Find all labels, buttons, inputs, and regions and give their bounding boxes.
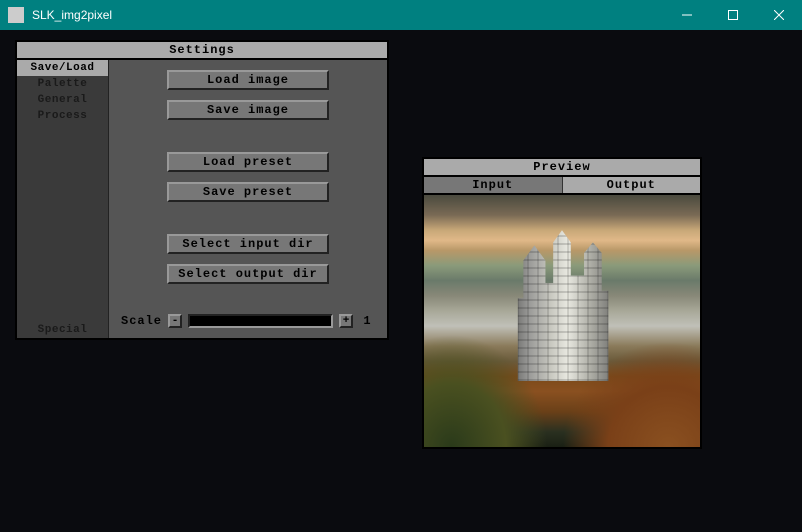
gap [121,130,375,142]
preview-panel: Preview Input Output [422,157,702,449]
sidebar-item-process[interactable]: Process [17,108,108,124]
sidebar-item-special[interactable]: Special [17,322,108,338]
window-controls [664,0,802,30]
window-title: SLK_img2pixel [32,8,664,22]
tab-output[interactable]: Output [563,177,701,193]
scale-label: Scale [121,314,162,328]
scale-row: Scale - + 1 [121,314,375,328]
sidebar-spacer [17,124,108,322]
settings-main: Load image Save image Load preset Save p… [109,60,387,338]
select-input-dir-button[interactable]: Select input dir [167,234,329,254]
scale-increment-button[interactable]: + [339,314,353,328]
sidebar-item-general[interactable]: General [17,92,108,108]
close-button[interactable] [756,0,802,30]
settings-body: Save/Load Palette General Process Specia… [17,60,387,338]
preview-image [424,195,700,447]
load-image-button[interactable]: Load image [167,70,329,90]
scale-value: 1 [359,314,375,328]
load-preset-button[interactable]: Load preset [167,152,329,172]
gap [121,212,375,224]
select-output-dir-button[interactable]: Select output dir [167,264,329,284]
settings-title: Settings [17,42,387,60]
sidebar-item-saveload[interactable]: Save/Load [17,60,108,76]
preview-title: Preview [424,159,700,177]
content-area: Settings Save/Load Palette General Proce… [0,30,802,532]
sidebar-item-palette[interactable]: Palette [17,76,108,92]
save-preset-button[interactable]: Save preset [167,182,329,202]
save-image-button[interactable]: Save image [167,100,329,120]
preview-castle [507,230,617,381]
minimize-button[interactable] [664,0,710,30]
preview-tabs: Input Output [424,177,700,195]
maximize-button[interactable] [710,0,756,30]
app-icon [8,7,24,23]
tab-input[interactable]: Input [424,177,563,193]
settings-sidebar: Save/Load Palette General Process Specia… [17,60,109,338]
scale-slider[interactable] [188,314,333,328]
settings-panel: Settings Save/Load Palette General Proce… [15,40,389,340]
scale-decrement-button[interactable]: - [168,314,182,328]
titlebar: SLK_img2pixel [0,0,802,30]
